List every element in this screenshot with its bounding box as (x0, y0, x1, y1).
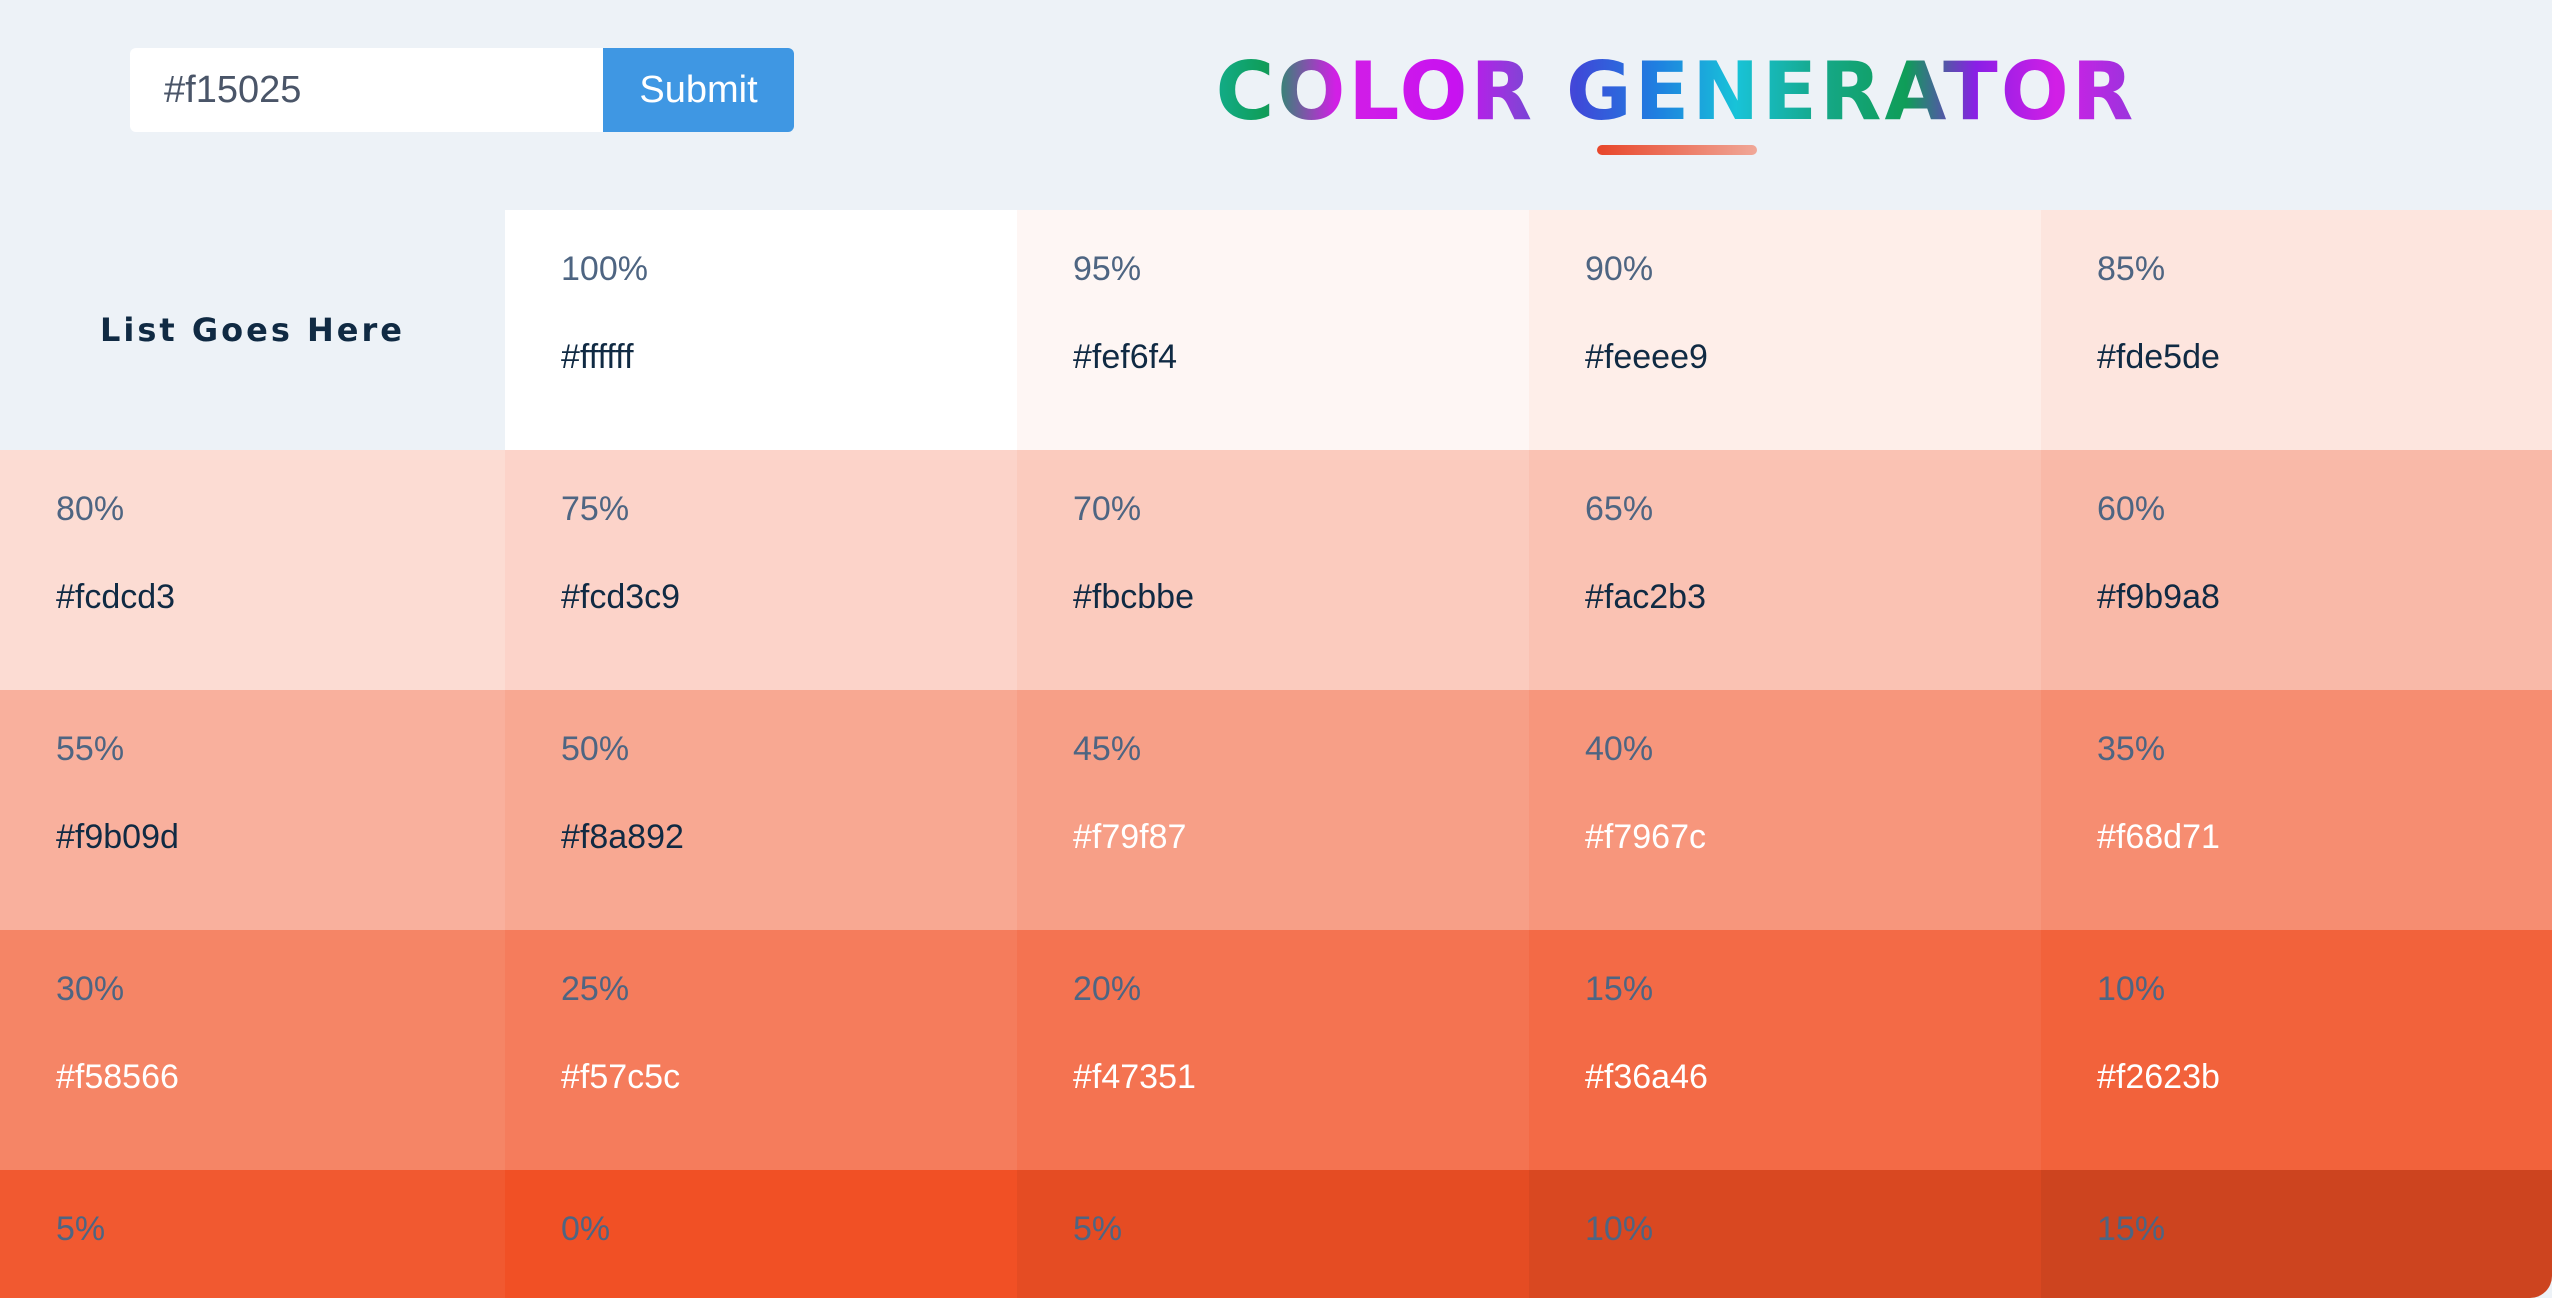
color-swatch[interactable]: 15% #f36a46 (1529, 930, 2041, 1170)
swatch-hex: #f8a892 (561, 818, 684, 856)
swatch-hex: #f7967c (1585, 818, 1706, 856)
swatch-hex: #f36a46 (1585, 1058, 1708, 1096)
color-swatch[interactable]: 90% #feeee9 (1529, 210, 2041, 450)
color-swatch[interactable]: 5% (1017, 1170, 1529, 1298)
swatch-hex: #f47351 (1073, 1058, 1196, 1096)
swatch-hex: #feeee9 (1585, 338, 1708, 376)
swatch-percent: 10% (2097, 970, 2166, 1008)
color-swatch[interactable]: 30% #f58566 (0, 930, 505, 1170)
swatch-percent: 0% (561, 1210, 611, 1248)
swatch-hex: #f9b9a8 (2097, 578, 2220, 616)
color-form: Submit (130, 48, 794, 132)
color-swatch[interactable]: 95% #fef6f4 (1017, 210, 1529, 450)
swatch-hex: #fbcbbe (1073, 578, 1194, 616)
swatch-hex: #fcd3c9 (561, 578, 681, 616)
swatch-percent: 90% (1585, 250, 1654, 288)
swatch-hex: #f57c5c (561, 1058, 681, 1096)
submit-button[interactable]: Submit (603, 48, 794, 132)
color-swatch[interactable]: 20% #f47351 (1017, 930, 1529, 1170)
color-swatch[interactable]: 5% (0, 1170, 505, 1298)
color-grid: List Goes Here 100% #ffffff 95% #fef6f4 90% #… (0, 210, 2552, 1298)
swatch-percent: 75% (561, 490, 630, 528)
swatch-hex: #ffffff (561, 338, 634, 376)
swatch-percent: 70% (1073, 490, 1142, 528)
color-swatch[interactable]: 10%# (1529, 1170, 2041, 1298)
color-swatch[interactable]: 25% #f57c5c (505, 930, 1017, 1170)
color-swatch[interactable]: 85% #fde5de (2041, 210, 2552, 450)
swatch-percent: 60% (2097, 490, 2166, 528)
swatch-percent: 65% (1585, 490, 1654, 528)
swatch-percent: 5% (56, 1210, 106, 1248)
swatch-hex: #f9b09d (56, 818, 179, 856)
list-placeholder-label: List Goes Here (0, 210, 505, 450)
title-underline (1597, 145, 1757, 155)
swatch-hex: #f79f87 (1073, 818, 1187, 856)
color-swatch[interactable]: 40% #f7967c (1529, 690, 2041, 930)
color-swatch[interactable]: 80% #fcdcd3 (0, 450, 505, 690)
swatch-percent: 50% (561, 730, 630, 768)
color-input[interactable] (130, 48, 603, 132)
swatch-hex: #f2623b (2097, 1058, 2220, 1096)
color-swatch[interactable]: 65% #fac2b3 (1529, 450, 2041, 690)
page-title: COLOR GENERATOR (1176, 44, 2176, 140)
swatch-percent: 15% (1585, 970, 1654, 1008)
color-swatch[interactable]: 45% #f79f87 (1017, 690, 1529, 930)
swatch-percent: 15% (2097, 1210, 2166, 1248)
swatch-percent: 85% (2097, 250, 2166, 288)
swatch-percent: 40% (1585, 730, 1654, 768)
color-swatch[interactable]: 35% #f68d71 (2041, 690, 2552, 930)
swatch-percent: 20% (1073, 970, 1142, 1008)
color-swatch[interactable]: 60% #f9b9a8 (2041, 450, 2552, 690)
swatch-percent: 55% (56, 730, 125, 768)
color-swatch[interactable]: 50% #f8a892 (505, 690, 1017, 930)
swatch-hex: #fef6f4 (1073, 338, 1177, 376)
swatch-percent: 80% (56, 490, 125, 528)
color-swatch[interactable]: 70% #fbcbbe (1017, 450, 1529, 690)
color-swatch[interactable]: 75% #fcd3c9 (505, 450, 1017, 690)
color-swatch[interactable]: 55% #f9b09d (0, 690, 505, 930)
color-swatch[interactable]: 100% #ffffff (505, 210, 1017, 450)
swatch-hex: #fac2b3 (1585, 578, 1706, 616)
swatch-percent: 35% (2097, 730, 2166, 768)
swatch-percent: 25% (561, 970, 630, 1008)
swatch-percent: 100% (561, 250, 648, 288)
color-generator-app: Submit COLOR GENERATOR List Goes Here 10… (0, 0, 2552, 1298)
title-area: COLOR GENERATOR (1176, 44, 2176, 140)
swatch-hex: #f58566 (56, 1058, 179, 1096)
swatch-percent: 95% (1073, 250, 1142, 288)
swatch-percent: 10% (1585, 1210, 1654, 1248)
color-swatch[interactable]: 15% (2041, 1170, 2552, 1298)
swatch-percent: 5% (1073, 1210, 1123, 1248)
swatch-hex: #fde5de (2097, 338, 2220, 376)
swatch-percent: 30% (56, 970, 125, 1008)
swatch-hex: #f68d71 (2097, 818, 2220, 856)
swatch-percent: 45% (1073, 730, 1142, 768)
color-swatch[interactable]: 0% (505, 1170, 1017, 1298)
color-swatch[interactable]: 10% #f2623b (2041, 930, 2552, 1170)
swatch-hex: #fcdcd3 (56, 578, 176, 616)
